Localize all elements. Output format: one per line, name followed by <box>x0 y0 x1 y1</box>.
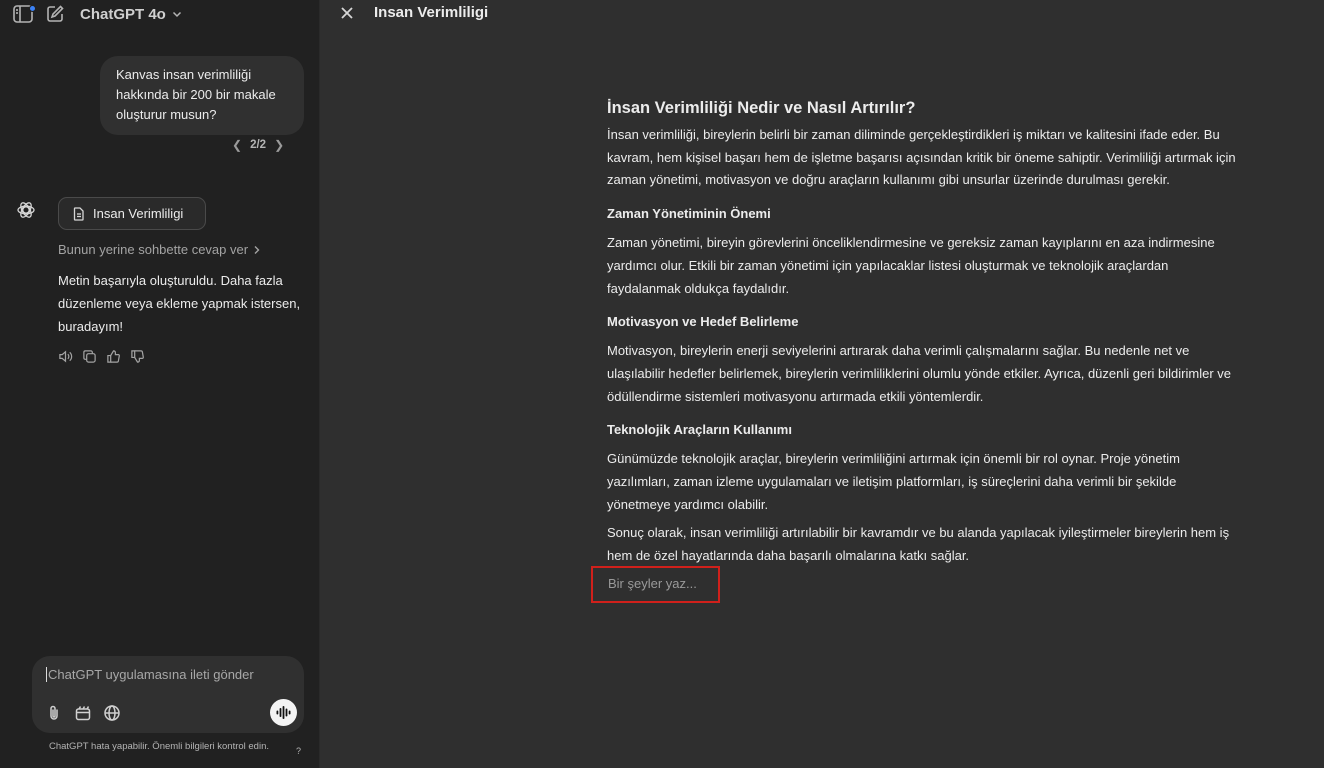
chevron-down-icon <box>172 11 181 18</box>
help-button[interactable]: ? <box>296 746 301 756</box>
sidebar-icon[interactable] <box>12 4 36 24</box>
assistant-message: Metin başarıyla oluşturuldu. Daha fazla … <box>58 273 301 334</box>
message-input[interactable]: ChatGPT uygulamasına ileti gönder <box>46 667 286 682</box>
thumbs-up-icon[interactable] <box>106 349 121 364</box>
chevron-right-icon <box>254 245 260 254</box>
chat-header: ChatGPT 4o <box>0 0 320 30</box>
section-time-management: Zaman Yönetiminin Önemi Zaman yönetimi, … <box>607 204 1242 300</box>
next-response-button[interactable]: ❯ <box>274 138 284 152</box>
voice-icon <box>276 706 291 719</box>
section-body: Motivasyon, bireylerin enerji seviyeleri… <box>607 343 1232 404</box>
model-selector[interactable]: ChatGPT 4o <box>80 3 182 25</box>
voice-mode-button[interactable] <box>270 699 297 726</box>
response-pager: ❮ 2/2 ❯ <box>232 138 284 152</box>
paperclip-icon[interactable] <box>45 704 63 722</box>
section-heading: Zaman Yönetiminin Önemi <box>607 206 771 222</box>
previous-response-button[interactable]: ❮ <box>232 138 242 152</box>
notification-dot <box>29 5 36 12</box>
message-actions <box>58 349 145 364</box>
message-composer: ChatGPT uygulamasına ileti gönder <box>32 656 304 733</box>
section-heading: Teknolojik Araçların Kullanımı <box>607 422 792 438</box>
canvas-chip-label: Insan Verimliligi <box>93 206 184 221</box>
document-icon <box>73 206 84 221</box>
canvas-document-chip[interactable]: Insan Verimliligi <box>58 197 206 230</box>
canvas-panel: Insan Verimliligi İnsan Verimliliği Nedi… <box>321 0 1324 768</box>
canvas-title: Insan Verimliligi <box>374 4 489 21</box>
section-heading: Motivasyon ve Hedef Belirleme <box>607 314 799 330</box>
chatgpt-logo-icon <box>16 200 36 220</box>
disclaimer-text: ChatGPT hata yapabilir. Önemli bilgileri… <box>48 741 270 752</box>
model-name: ChatGPT 4o <box>80 5 166 23</box>
write-something-input[interactable]: Bir şeyler yaz... <box>591 566 720 603</box>
tools-icon[interactable] <box>74 704 92 722</box>
document-title: İnsan Verimliliği Nedir ve Nasıl Artırıl… <box>607 99 916 117</box>
intro-paragraph: İnsan verimliliği, bireylerin belirli bi… <box>607 127 1236 188</box>
chat-panel: ChatGPT 4o Kanvas insan verimliliği hakk… <box>0 0 320 768</box>
answer-in-chat-label: Bunun yerine sohbette cevap ver <box>58 242 249 257</box>
thumbs-down-icon[interactable] <box>130 349 145 364</box>
answer-in-chat-link[interactable]: Bunun yerine sohbette cevap ver <box>58 242 261 257</box>
section-body: Günümüzde teknolojik araçlar, bireylerin… <box>607 451 1180 512</box>
globe-icon[interactable] <box>103 704 121 722</box>
copy-icon[interactable] <box>82 349 97 364</box>
canvas-document[interactable]: İnsan Verimliliği Nedir ve Nasıl Artırıl… <box>607 97 1242 568</box>
speaker-icon[interactable] <box>58 349 73 364</box>
conclusion-paragraph: Sonuç olarak, insan verimliliği artırıla… <box>607 525 1230 564</box>
close-icon[interactable] <box>339 5 355 21</box>
pager-count: 2/2 <box>250 139 267 151</box>
section-body: Zaman yönetimi, bireyin görevlerini önce… <box>607 235 1215 296</box>
section-motivation: Motivasyon ve Hedef Belirleme Motivasyon… <box>607 312 1242 408</box>
user-message: Kanvas insan verimliliği hakkında bir 20… <box>100 56 304 135</box>
new-chat-icon[interactable] <box>45 4 65 24</box>
section-technology: Teknolojik Araçların Kullanımı Günümüzde… <box>607 420 1242 568</box>
